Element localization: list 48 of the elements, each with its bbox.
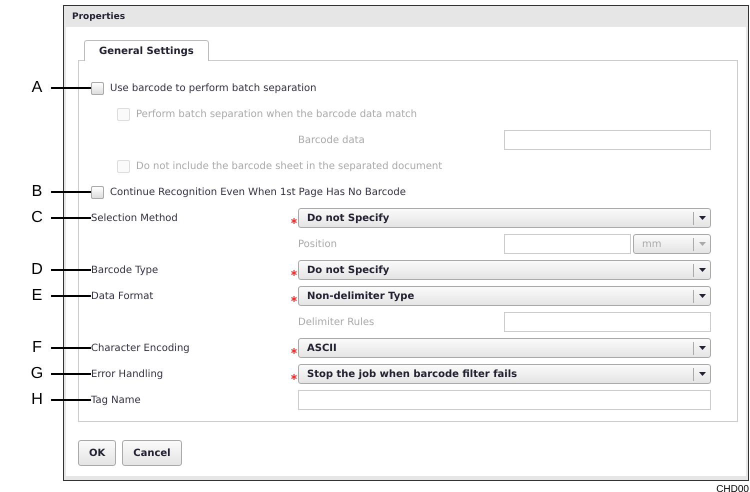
field-label: Error Handling xyxy=(91,368,164,380)
window-title: Properties xyxy=(71,10,126,24)
caret-icon xyxy=(698,216,706,220)
leader-line xyxy=(51,191,91,193)
field-label: Selection Method xyxy=(91,212,179,224)
caret-icon xyxy=(698,346,706,350)
caret-icon xyxy=(698,242,706,246)
field-label: Barcode Type xyxy=(91,264,160,276)
field-label: Barcode data xyxy=(298,134,365,146)
leader-line xyxy=(51,347,91,349)
leader-line xyxy=(51,373,91,375)
callout-letter: D xyxy=(30,261,44,279)
checkbox-label: Continue Recognition Even When 1st Page Has No Barcode xyxy=(110,186,406,198)
checkbox-label: Do not include the barcode sheet in the separated document xyxy=(136,160,442,172)
dropdown[interactable]: Non-delimiter Type xyxy=(298,286,711,306)
dropdown[interactable]: Do not Specify xyxy=(298,208,711,228)
callout-letter: F xyxy=(31,339,43,357)
leader-line xyxy=(51,295,91,297)
checkbox-label: Use barcode to perform batch separation xyxy=(110,82,316,94)
cancel-button[interactable]: Cancel xyxy=(122,440,182,466)
callout-letter: C xyxy=(30,209,44,227)
callout-letter: H xyxy=(30,391,44,409)
field-label: Delimiter Rules xyxy=(298,316,374,328)
leader-line xyxy=(51,269,91,271)
ok-button[interactable]: OK xyxy=(78,440,116,466)
leader-line xyxy=(51,217,91,219)
callout-letter: A xyxy=(30,79,44,97)
field-label: Character Encoding xyxy=(91,342,191,354)
field-label: Tag Name xyxy=(91,394,142,406)
tab[interactable]: General Settings xyxy=(84,40,209,61)
dropdown[interactable]: Stop the job when barcode filter fails xyxy=(298,364,711,384)
figure-code: CHD00 xyxy=(715,483,749,492)
dropdown[interactable]: ASCII xyxy=(298,338,711,358)
leader-line xyxy=(51,87,91,89)
checkbox[interactable] xyxy=(91,82,104,94)
caret-icon xyxy=(698,294,706,298)
callout-letter: G xyxy=(30,365,44,383)
checkbox[interactable] xyxy=(91,186,104,198)
leader-line xyxy=(51,399,91,401)
field-label: Data Format xyxy=(91,290,154,302)
checkbox-label: Perform batch separation when the barcode data match xyxy=(136,108,418,120)
caret-icon xyxy=(698,372,706,376)
caret-icon xyxy=(698,268,706,272)
field-label: Position xyxy=(298,238,337,250)
dropdown[interactable]: Do not Specify xyxy=(298,260,711,280)
callout-letter: E xyxy=(30,287,44,305)
callout-letter: B xyxy=(30,183,44,201)
input-field[interactable] xyxy=(298,390,711,410)
